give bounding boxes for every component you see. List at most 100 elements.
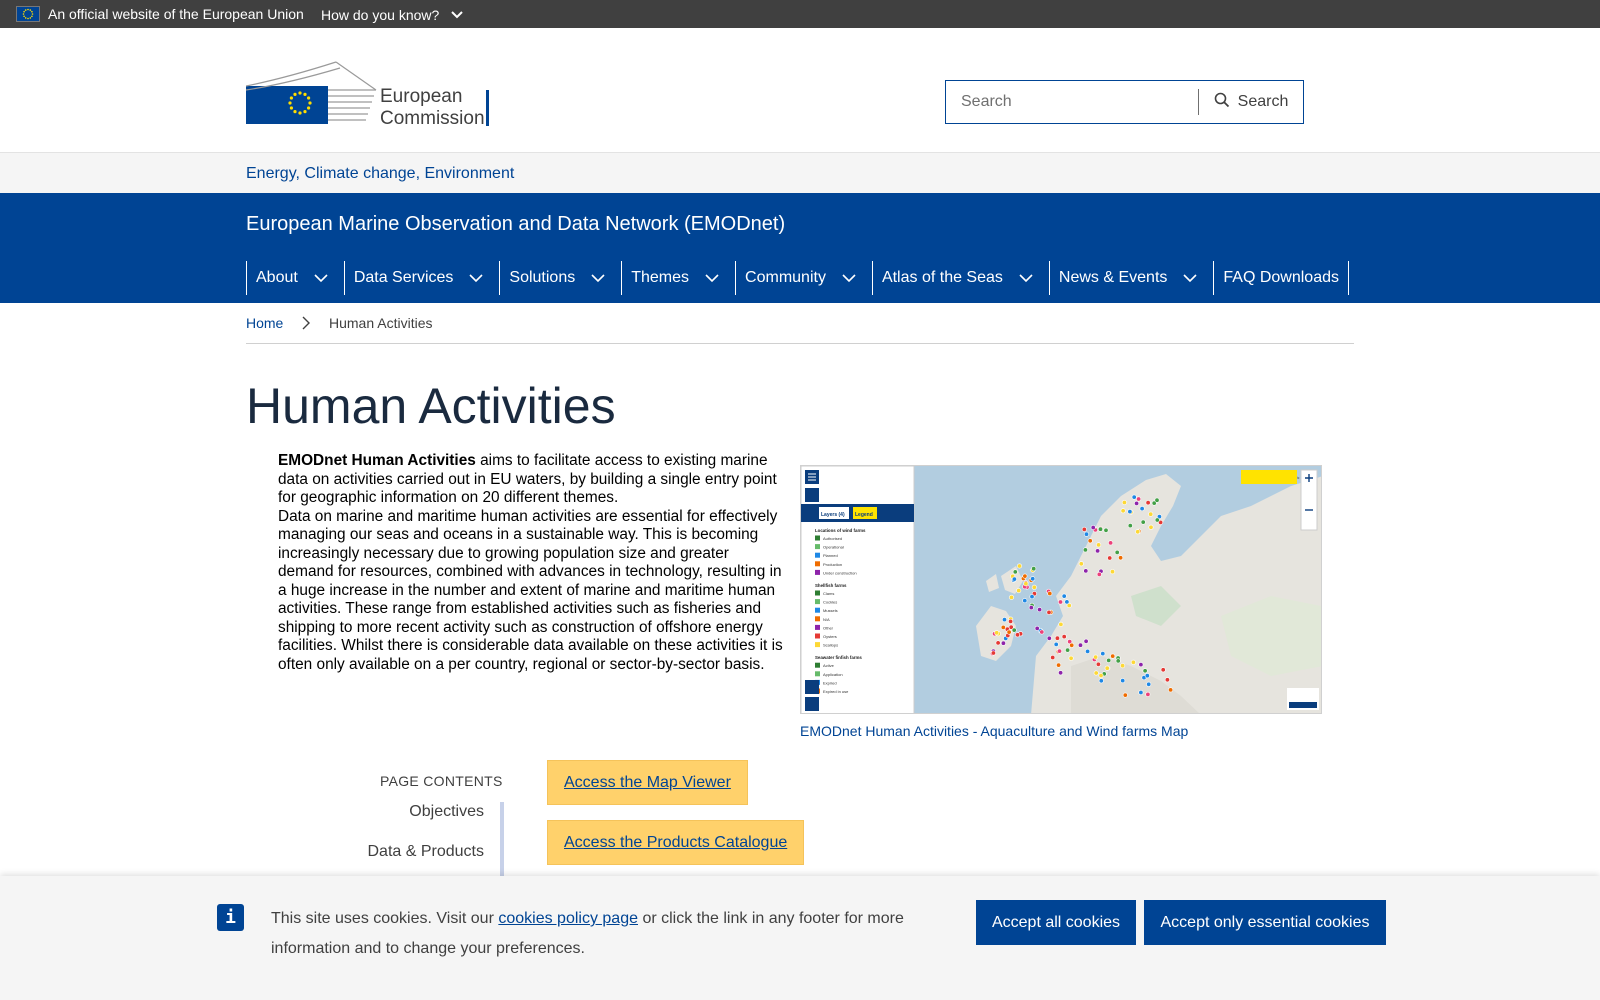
chevron-down-icon[interactable] (826, 273, 872, 283)
map-marker (1096, 542, 1102, 548)
map-marker (990, 650, 996, 656)
map-marker (1083, 568, 1089, 574)
map-marker (1098, 678, 1104, 684)
menu-item-solutions[interactable]: Solutions (499, 261, 621, 295)
chevron-down-icon[interactable] (689, 273, 735, 283)
chevron-down-icon[interactable] (575, 273, 621, 283)
map-marker (1095, 548, 1101, 554)
map-marker (1108, 540, 1114, 546)
map-marker (1145, 691, 1151, 697)
map-marker (1134, 500, 1140, 506)
search-form: Search (945, 80, 1304, 124)
access-products-catalogue-button[interactable]: Access the Products Catalogue (547, 820, 805, 865)
search-button-label: Search (1237, 93, 1289, 110)
map-legend-item: Active (823, 663, 835, 668)
intro-bold: EMODnet Human Activities (278, 452, 476, 469)
map-marker (1131, 494, 1137, 500)
map-legend-swatch (815, 633, 820, 639)
map-legend-item: Under construction (823, 570, 857, 575)
map-legend-swatch (815, 535, 820, 541)
map-marker (1118, 555, 1124, 561)
map-legend-group-title: Seawater finfish farms (815, 655, 862, 660)
menu-item-news-events[interactable]: News & Events (1048, 261, 1213, 295)
map-marker (1109, 569, 1115, 575)
department-link[interactable]: Energy, Climate change, Environment (246, 165, 514, 183)
page-contents-item-objectives[interactable]: Objectives (340, 802, 500, 842)
map-marker (1107, 555, 1113, 561)
chevron-down-icon[interactable] (1167, 273, 1213, 283)
map-marker (1096, 571, 1102, 577)
map-legend-item: N/A (823, 617, 830, 622)
chevron-down-icon[interactable] (453, 273, 499, 283)
map-legend-swatch (815, 569, 820, 575)
map-legend-item: Cockles (823, 600, 837, 605)
map-legend-group-title: Locations of wind farms (815, 528, 866, 533)
official-eu-bar: An official website of the European Unio… (0, 0, 1600, 28)
map-marker (1115, 658, 1121, 664)
map-layers-tab: Layers (4) (821, 512, 845, 518)
map-marker (1023, 581, 1029, 587)
map-legend-item: Operational (823, 545, 844, 550)
map-marker (1095, 661, 1101, 667)
map-marker (1144, 673, 1150, 679)
menu-item-label: Themes (631, 269, 690, 286)
map-legend-swatch (815, 607, 820, 613)
cookie-banner: i This site uses cookies. Visit our cook… (0, 876, 1600, 1000)
map-legend-item: Planned (823, 553, 838, 558)
map-marker (1122, 692, 1128, 698)
logo-line-european: European (380, 86, 463, 107)
breadcrumb-home-link[interactable]: Home (246, 315, 283, 331)
map-marker (1030, 576, 1036, 582)
breadcrumb-current: Human Activities (329, 315, 433, 331)
accept-essential-cookies-button[interactable]: Accept only essential cookies (1144, 900, 1386, 945)
menu-item-label: Atlas of the Seas (881, 269, 1003, 286)
access-map-viewer-button[interactable]: Access the Map Viewer (547, 760, 748, 805)
map-legend-swatch (815, 642, 820, 648)
map-marker (1054, 635, 1060, 641)
menu-item-data-services[interactable]: Data Services (343, 261, 500, 295)
map-marker (1138, 662, 1144, 668)
map-legend-swatch (815, 552, 820, 558)
chevron-down-icon[interactable] (1003, 273, 1049, 283)
map-marker (1031, 584, 1037, 590)
map-marker (1064, 599, 1070, 605)
menu-item-community[interactable]: Community (735, 261, 872, 295)
eu-flag-icon (16, 6, 40, 22)
map-marker (1120, 508, 1126, 514)
map-marker (1006, 629, 1012, 635)
page-title: Human Activities (246, 378, 616, 434)
how-do-you-know-label: How do you know? (321, 7, 440, 23)
map-marker (1047, 591, 1053, 597)
map-marker (1078, 561, 1084, 567)
menu-item-faq-downloads[interactable]: FAQ Downloads (1213, 261, 1349, 295)
menu-item-atlas-of-the-seas[interactable]: Atlas of the Seas (871, 261, 1049, 295)
map-legend-item: Other (823, 625, 834, 630)
cookies-policy-link[interactable]: cookies policy page (498, 910, 638, 927)
search-input[interactable] (946, 81, 1198, 123)
map-marker (1093, 670, 1099, 676)
map-marker (1034, 625, 1040, 631)
site-header: European Commission Search (0, 28, 1600, 152)
map-marker (1130, 659, 1136, 665)
europe-map-illustration: Layers (4) Legend Locations of wind farms A… (801, 466, 1321, 713)
map-marker (1046, 609, 1052, 615)
european-commission-logo[interactable]: European Commission (245, 60, 491, 129)
site-name[interactable]: European Marine Observation and Data Net… (246, 213, 785, 236)
map-marker (1022, 573, 1028, 579)
chevron-down-icon[interactable] (298, 273, 344, 283)
map-legend-item: Expired in use (823, 689, 849, 694)
map-legend-swatch (815, 662, 820, 668)
map-marker (1145, 500, 1151, 506)
search-button[interactable]: Search (1199, 81, 1303, 123)
map-marker (1120, 678, 1126, 684)
how-do-you-know-toggle[interactable]: How do you know? (321, 6, 463, 23)
map-figure[interactable]: Layers (4) Legend Locations of wind farms A… (800, 465, 1322, 714)
map-marker (1083, 638, 1089, 644)
menu-item-about[interactable]: About (246, 261, 344, 295)
menu-item-themes[interactable]: Themes (621, 261, 735, 295)
map-marker (1082, 547, 1088, 553)
accept-all-cookies-button[interactable]: Accept all cookies (976, 900, 1136, 945)
chevron-down-icon (451, 6, 463, 22)
menu-item-label: Solutions (509, 269, 576, 286)
map-marker (995, 640, 1001, 646)
